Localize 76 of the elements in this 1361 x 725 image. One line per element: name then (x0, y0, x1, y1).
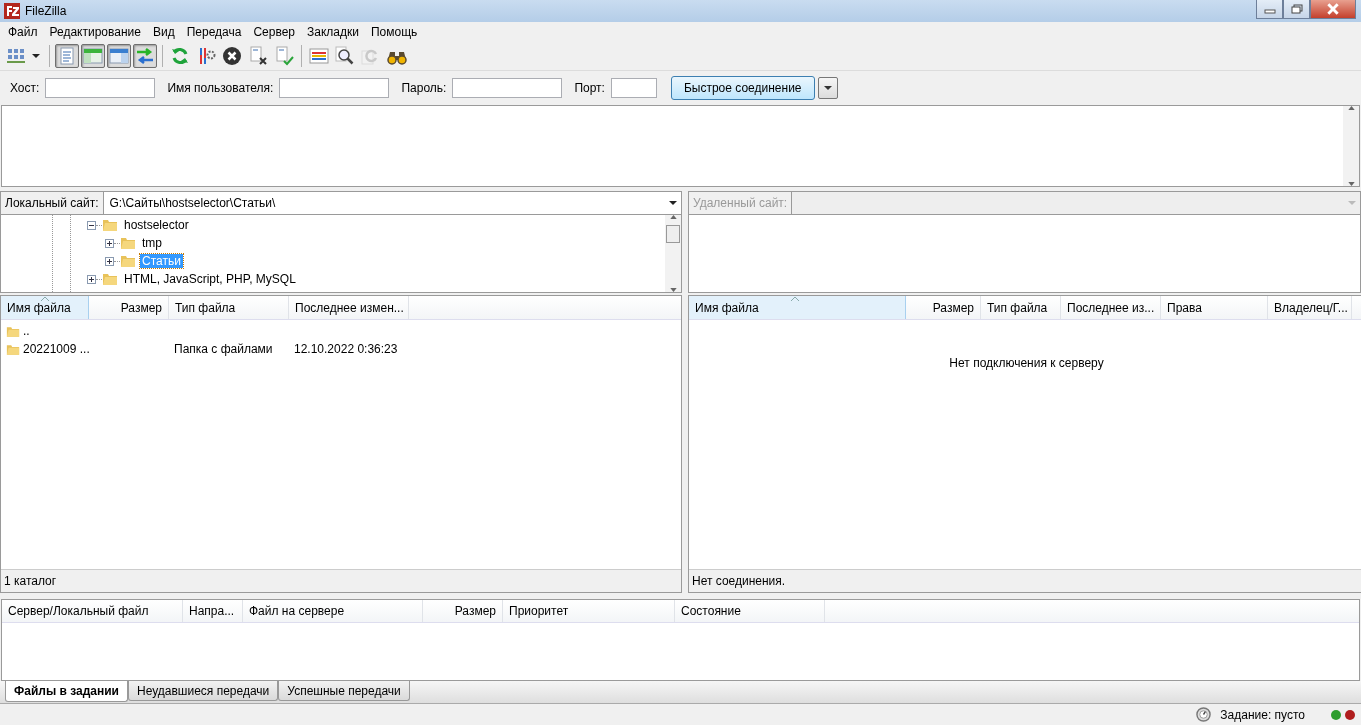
input-field[interactable] (45, 78, 156, 98)
local-tree-toggle[interactable] (81, 44, 105, 68)
column-header[interactable]: Состояние (675, 600, 825, 622)
menu-item[interactable]: Файл (2, 25, 44, 39)
path-text: G:\Сайты\hostselector\Статьи\ (109, 196, 276, 210)
field-label: Пароль: (401, 81, 447, 95)
column-header[interactable]: Файл на сервере (243, 600, 423, 622)
folder-icon (102, 218, 118, 232)
input-field[interactable] (279, 78, 390, 98)
menu-item[interactable]: Вид (146, 25, 181, 39)
menu-item[interactable]: Редактирование (43, 25, 147, 39)
minimize-button[interactable] (1256, 0, 1283, 19)
transfer-queue-toggle[interactable] (133, 44, 157, 68)
scrollbar[interactable] (665, 215, 681, 292)
scroll-up-icon[interactable] (1347, 106, 1355, 110)
field-label: Порт: (574, 81, 605, 95)
status-text: Нет соединения. (692, 574, 786, 588)
menu-item[interactable]: Помощь (364, 25, 424, 39)
column-header[interactable]: Тип файла (169, 296, 289, 319)
no-connection-message: Нет подключения к серверу (949, 356, 1104, 372)
expander-icon[interactable] (87, 274, 96, 284)
scroll-down-icon[interactable] (1347, 182, 1355, 186)
expander-icon[interactable] (87, 220, 96, 230)
status-text: 1 каталог (4, 574, 57, 588)
column-header[interactable]: Напра... (183, 600, 243, 622)
scrollbar[interactable] (1343, 106, 1359, 186)
column-header[interactable]: Последнее измен... (289, 296, 409, 319)
quickconnect-button[interactable]: Быстрое соединение (670, 76, 815, 100)
column-header[interactable]: Размер (89, 296, 169, 319)
quickconnect-dropdown-button[interactable] (817, 77, 838, 99)
message-log-toggle[interactable] (55, 44, 79, 68)
column-header[interactable]: Имя файла (1, 296, 89, 319)
folder-icon (6, 324, 20, 338)
file-modified: 12.10.2022 0:36:23 (294, 342, 398, 356)
field-label: Хост: (10, 81, 40, 95)
input-field[interactable] (452, 78, 563, 98)
app-logo-icon (4, 3, 20, 19)
speed-limit-icon[interactable] (1196, 707, 1212, 722)
menu-item[interactable]: Сервер (247, 25, 301, 39)
caret-icon (669, 201, 677, 205)
file-name[interactable]: 20221009 ... (23, 342, 90, 356)
folder-icon (102, 272, 118, 286)
tree-item[interactable]: HTML, JavaScript, PHP, MySQL (122, 272, 298, 286)
remote-tree-toggle[interactable] (107, 44, 131, 68)
folder-icon (6, 342, 20, 356)
queue-tab[interactable]: Успешные передачи (278, 681, 410, 701)
maximize-button[interactable] (1283, 0, 1310, 19)
column-header[interactable]: Размер (423, 600, 503, 622)
caret-icon[interactable] (32, 54, 40, 58)
caret-icon (1348, 201, 1356, 205)
tree-item[interactable]: hostselector (122, 218, 191, 232)
restore-icon (1290, 4, 1303, 14)
column-header[interactable]: Сервер/Локальный файл (2, 600, 183, 622)
folder-icon (120, 254, 136, 268)
expander-icon[interactable] (105, 238, 114, 248)
close-icon (1326, 3, 1340, 15)
column-header[interactable]: Приоритет (503, 600, 675, 622)
queue-tab[interactable]: Неудавшиеся передачи (128, 681, 279, 701)
file-name[interactable]: .. (23, 324, 30, 338)
close-button[interactable] (1310, 0, 1356, 19)
path-dropdown[interactable]: G:\Сайты\hostselector\Статьи\ (103, 192, 681, 214)
scroll-thumb[interactable] (666, 225, 680, 243)
tree-item[interactable]: tmp (140, 236, 164, 250)
queue-tab[interactable]: Файлы в задании (5, 681, 128, 702)
queue-status: Задание: пусто (1220, 707, 1305, 722)
input-field[interactable] (610, 78, 657, 98)
cancel-button[interactable] (220, 44, 244, 68)
menu-item[interactable]: Закладки (301, 25, 365, 39)
menu-item[interactable]: Передача (180, 25, 248, 39)
folder-icon (120, 236, 136, 250)
file-type: Папка с файлами (174, 342, 273, 356)
window-title: FileZilla (25, 4, 67, 18)
field-label: Имя пользователя: (167, 81, 274, 95)
scroll-down-icon[interactable] (669, 288, 677, 292)
expander-icon[interactable] (105, 256, 114, 266)
caret-icon (823, 86, 832, 90)
